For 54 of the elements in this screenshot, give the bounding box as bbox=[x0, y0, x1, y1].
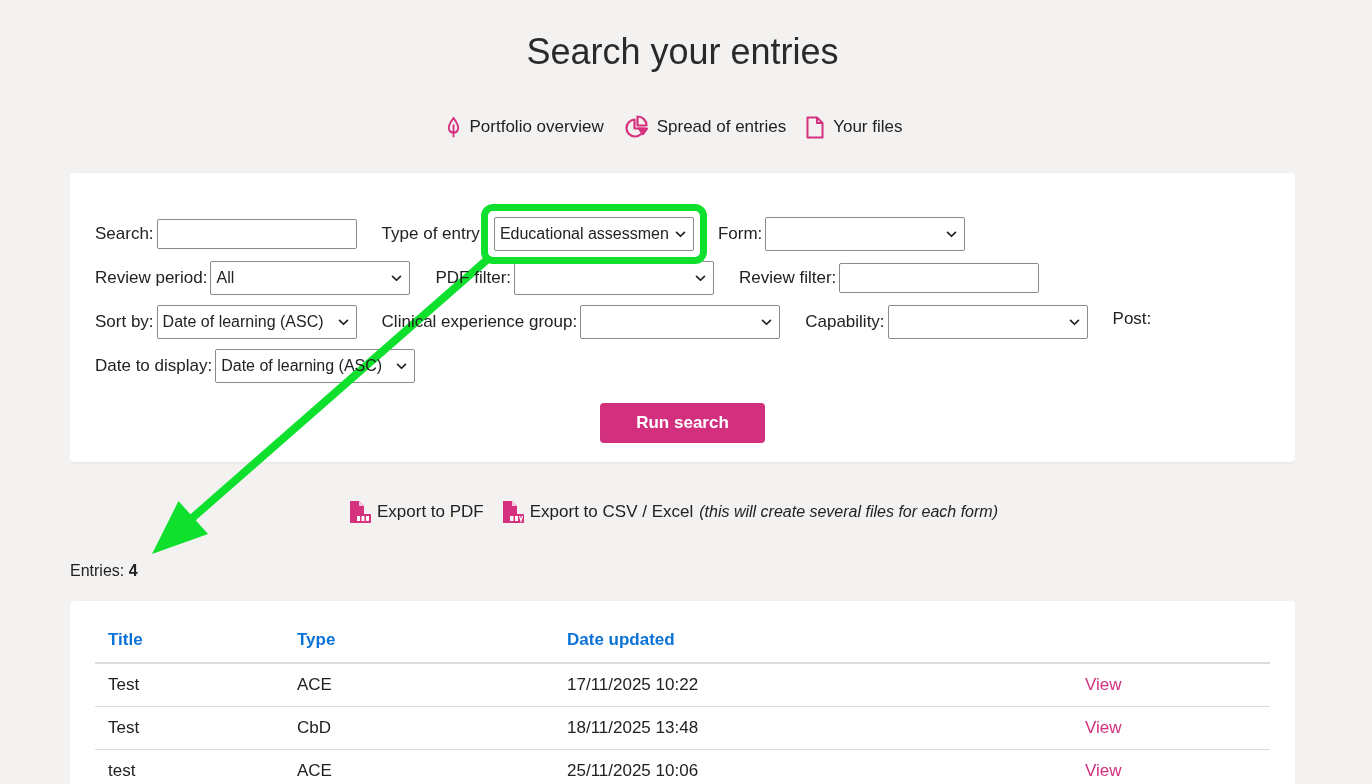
view-link[interactable]: View bbox=[1085, 715, 1122, 741]
view-link[interactable]: View bbox=[1085, 758, 1122, 784]
run-search-button[interactable]: Run search bbox=[600, 403, 765, 443]
column-header[interactable]: Type bbox=[297, 627, 336, 653]
field-label: Post: bbox=[1112, 308, 1152, 331]
table-cell-text: 25/11/2025 10:06 bbox=[567, 760, 699, 783]
nav-link[interactable]: Portfolio overview bbox=[445, 114, 604, 140]
page-title: Search your entries bbox=[526, 30, 839, 74]
dropdown[interactable] bbox=[765, 217, 966, 251]
chevron-down-icon bbox=[761, 318, 773, 326]
pie-chart-icon bbox=[623, 115, 648, 139]
table-cell-text: 17/11/2025 10:22 bbox=[567, 674, 699, 697]
export-note: (this will create several files for each form) bbox=[699, 502, 998, 522]
chevron-down-icon bbox=[695, 274, 706, 282]
chevron-down-icon bbox=[946, 230, 958, 238]
dropdown[interactable]: All bbox=[210, 261, 411, 295]
table-cell-text: Test bbox=[108, 674, 140, 697]
nav-link[interactable]: Your files bbox=[806, 114, 903, 140]
field-label: Sort by: bbox=[95, 311, 154, 334]
export-link[interactable]: Export to PDF bbox=[377, 499, 484, 525]
view-link[interactable]: View bbox=[1085, 672, 1122, 698]
field-label: Review period: bbox=[95, 267, 208, 290]
dropdown[interactable]: Date of learning (ASC) bbox=[156, 305, 357, 339]
chevron-down-icon bbox=[1068, 318, 1080, 326]
text-field[interactable] bbox=[839, 263, 1040, 293]
field-label: Search: bbox=[95, 223, 154, 246]
field-label: Form: bbox=[717, 223, 763, 246]
chevron-down-icon bbox=[391, 274, 403, 282]
dropdown[interactable] bbox=[580, 305, 781, 339]
table-cell-text: Test bbox=[108, 717, 140, 740]
column-header[interactable]: Title bbox=[108, 627, 143, 653]
export-link[interactable]: Export to CSV / Excel bbox=[529, 499, 694, 525]
field-label: Review filter: bbox=[739, 267, 837, 290]
chevron-down-icon bbox=[674, 230, 686, 238]
dropdown[interactable]: Educational assessmen bbox=[493, 217, 694, 251]
chevron-down-icon bbox=[396, 362, 408, 370]
leaf-icon bbox=[445, 116, 461, 138]
table-cell-text: CbD bbox=[297, 717, 331, 740]
field-label: Capability: bbox=[805, 311, 885, 334]
pdf-file-icon bbox=[349, 500, 371, 524]
table-cell-text: 18/11/2025 13:48 bbox=[567, 717, 699, 740]
table-cell-text: ACE bbox=[297, 674, 332, 697]
field-label: Type of entry bbox=[381, 223, 480, 246]
chevron-down-icon bbox=[337, 318, 349, 326]
column-header[interactable]: Date updated bbox=[567, 627, 675, 653]
document-icon bbox=[806, 115, 825, 139]
csv-file-icon bbox=[501, 500, 524, 524]
dropdown[interactable] bbox=[887, 305, 1088, 339]
text-field[interactable] bbox=[156, 219, 357, 249]
nav-link[interactable]: Spread of entries bbox=[623, 114, 787, 140]
field-label: Date to display: bbox=[95, 355, 213, 378]
table-cell-text: ACE bbox=[297, 760, 332, 783]
table-cell-text: test bbox=[108, 760, 136, 783]
entries-count: Entries: 4 bbox=[70, 561, 138, 581]
